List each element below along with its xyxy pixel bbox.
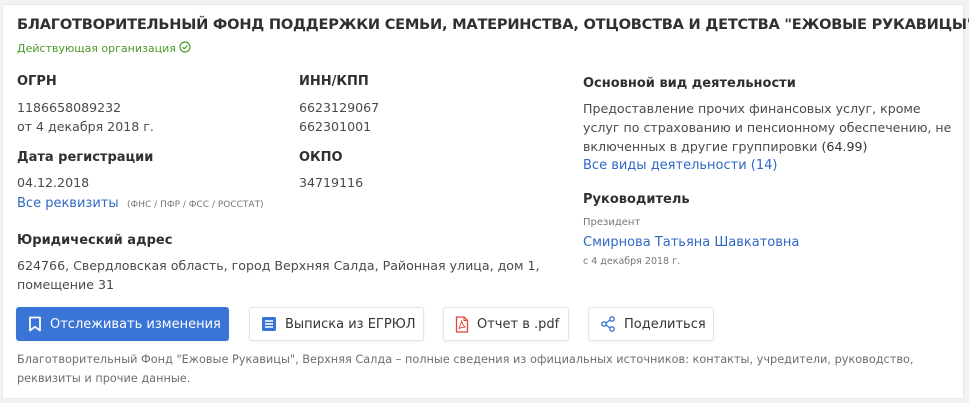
inn-value: 6623129067 xyxy=(299,100,380,115)
document-list-icon xyxy=(261,316,277,332)
pdf-icon xyxy=(455,315,469,333)
main-activity-label: Основной вид деятельности xyxy=(583,76,796,91)
ogrn-value: 1186658089232 xyxy=(17,100,122,115)
egrul-extract-label: Выписка из ЕГРЮЛ xyxy=(285,316,416,332)
activity-line3: включенных в другие группировки xyxy=(583,139,818,154)
status-text: Действующая организация xyxy=(17,42,176,55)
kpp-value: 662301001 xyxy=(299,119,372,134)
inn-kpp-label: ИНН/КПП xyxy=(299,74,369,89)
activity-line2: услуг по страхованию и пенсионному обесп… xyxy=(583,120,952,135)
share-label: Поделиться xyxy=(624,316,706,332)
ogrn-date: от 4 декабря 2018 г. xyxy=(17,119,154,134)
company-title: БЛАГОТВОРИТЕЛЬНЫЙ ФОНД ПОДДЕРЖКИ СЕМЬИ, … xyxy=(17,16,969,33)
registration-date-label: Дата регистрации xyxy=(17,150,154,165)
description-line1: Благотворительный Фонд "Ежовые Рукавицы"… xyxy=(17,353,914,366)
all-requisites-link[interactable]: Все реквизиты xyxy=(17,196,119,211)
legal-address-line2: помещение 31 xyxy=(17,277,114,292)
requisites-note: (ФНС / ПФР / ФСС / РОССТАТ) xyxy=(127,200,264,210)
activity-line1: Предоставление прочих финансовых услуг, … xyxy=(583,101,921,116)
legal-address-label: Юридический адрес xyxy=(17,233,173,248)
legal-address-line1: 624766, Свердловская область, город Верх… xyxy=(17,258,540,273)
egrul-extract-button[interactable]: Выписка из ЕГРЮЛ xyxy=(249,307,424,341)
activity-code: (64.99) xyxy=(821,139,868,154)
okpo-label: ОКПО xyxy=(299,150,343,165)
director-label: Руководитель xyxy=(583,192,690,207)
share-button[interactable]: Поделиться xyxy=(588,307,714,341)
ogrn-label: ОГРН xyxy=(17,74,57,89)
description-line2: реквизиты и прочие данные. xyxy=(17,371,191,385)
registration-date-value: 04.12.2018 xyxy=(17,175,90,190)
director-role: Президент xyxy=(583,217,641,228)
company-card: БЛАГОТВОРИТЕЛЬНЫЙ ФОНД ПОДДЕРЖКИ СЕМЬИ, … xyxy=(2,4,969,399)
director-name-link[interactable]: Смирнова Татьяна Шавкатовна xyxy=(583,235,799,250)
status-badge: Действующая организация xyxy=(17,41,191,56)
pdf-report-button[interactable]: Отчет в .pdf xyxy=(443,307,569,341)
track-changes-button[interactable]: Отслеживать изменения xyxy=(16,307,229,341)
director-since: с 4 декабря 2018 г. xyxy=(583,256,681,267)
all-activities-link[interactable]: Все виды деятельности (14) xyxy=(583,158,777,173)
bookmark-icon xyxy=(28,316,42,332)
track-changes-label: Отслеживать изменения xyxy=(50,316,221,332)
page-description: Благотворительный Фонд "Ежовые Рукавицы"… xyxy=(17,351,947,388)
share-icon xyxy=(600,316,616,332)
okpo-value: 34719116 xyxy=(299,175,364,190)
pdf-report-label: Отчет в .pdf xyxy=(477,316,560,332)
check-circle-icon xyxy=(179,41,191,56)
